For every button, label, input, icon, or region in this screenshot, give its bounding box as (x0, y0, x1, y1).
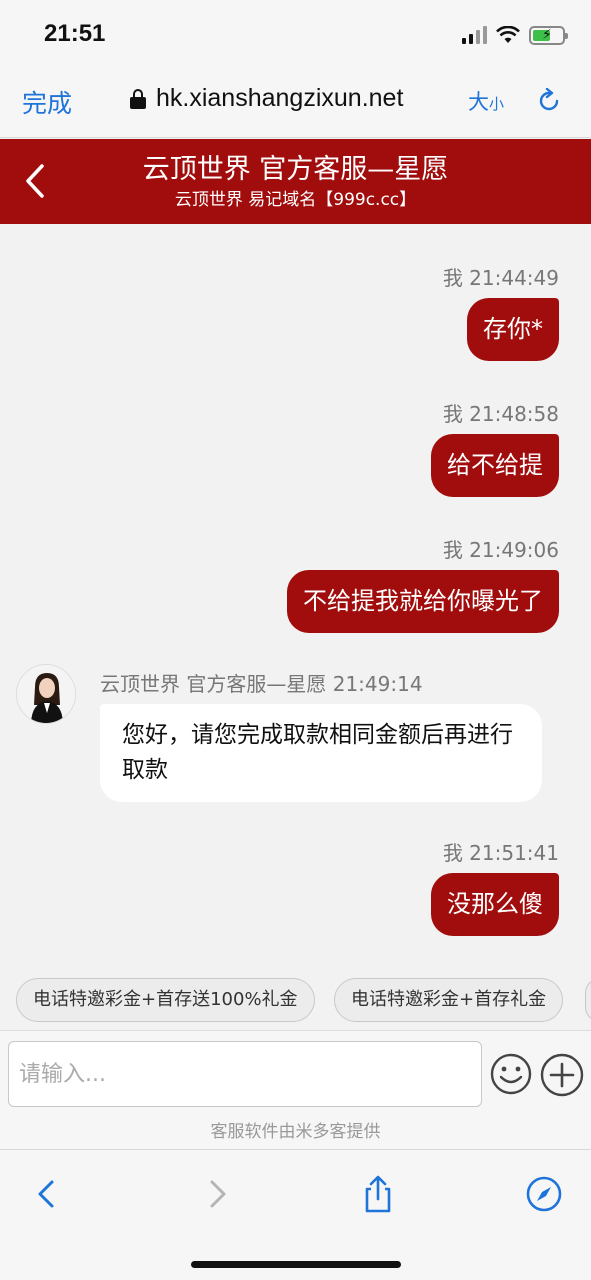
status-time: 21:51 (44, 20, 106, 47)
text-size-button[interactable]: 大小 (468, 86, 504, 116)
home-indicator[interactable] (191, 1261, 401, 1268)
status-bar: 21:51 ⚡ (0, 0, 591, 62)
url-text: hk.xianshangzixun.net (156, 84, 404, 112)
status-icons: ⚡ (462, 24, 568, 46)
reload-icon[interactable] (536, 88, 562, 114)
quick-reply-bar: 电话特邀彩金+首存送100%礼金 电话特邀彩金+首存礼金 (0, 969, 591, 1031)
address-field[interactable]: hk.xianshangzixun.net (130, 84, 403, 113)
browser-url-bar: 完成 hk.xianshangzixun.net 大小 (0, 62, 591, 138)
chat-subtitle: 云顶世界 易记域名【999c.cc】 (174, 190, 417, 210)
done-button[interactable]: 完成 (22, 84, 72, 120)
message-meta: 云顶世界 官方客服—星愿 21:49:14 (100, 672, 423, 696)
quick-reply-chip-partial[interactable] (585, 978, 591, 1022)
outgoing-message: 不给提我就给你曝光了 (287, 570, 559, 633)
agent-avatar (16, 664, 76, 724)
message-meta: 我 21:51:41 (442, 841, 559, 865)
quick-reply-chip[interactable]: 电话特邀彩金+首存礼金 (334, 978, 564, 1022)
back-icon[interactable] (28, 1174, 68, 1214)
input-area: 客服软件由米多客提供 (0, 1031, 591, 1149)
message-input[interactable] (8, 1041, 482, 1107)
plus-icon[interactable] (540, 1053, 584, 1097)
chat-header: 云顶世界 官方客服—星愿 云顶世界 易记域名【999c.cc】 (0, 139, 591, 224)
outgoing-message: 给不给提 (431, 434, 559, 497)
quick-reply-chip[interactable]: 电话特邀彩金+首存送100%礼金 (16, 978, 315, 1022)
lock-icon (130, 88, 146, 109)
browser-toolbar (0, 1149, 591, 1280)
message-list[interactable]: 我 21:44:49 存你* 我 21:48:58 给不给提 我 21:49:0… (0, 224, 591, 969)
incoming-message: 您好，请您完成取款相同金额后再进行取款 (100, 704, 542, 802)
outgoing-message: 存你* (467, 298, 559, 361)
forward-icon[interactable] (196, 1174, 236, 1214)
battery-icon: ⚡ (529, 25, 568, 45)
cellular-signal-icon (462, 26, 487, 44)
provider-note: 客服软件由米多客提供 (210, 1122, 381, 1142)
share-icon[interactable] (358, 1174, 398, 1214)
message-meta: 我 21:49:06 (442, 538, 559, 562)
compass-icon[interactable] (524, 1174, 564, 1214)
chat-title: 云顶世界 官方客服—星愿 (142, 154, 449, 185)
emoji-icon[interactable] (490, 1053, 532, 1095)
agent-avatar-icon (17, 665, 75, 723)
message-meta: 我 21:48:58 (442, 402, 559, 426)
outgoing-message: 没那么傻 (431, 873, 559, 936)
wifi-icon (496, 26, 520, 43)
message-meta: 我 21:44:49 (442, 266, 559, 290)
